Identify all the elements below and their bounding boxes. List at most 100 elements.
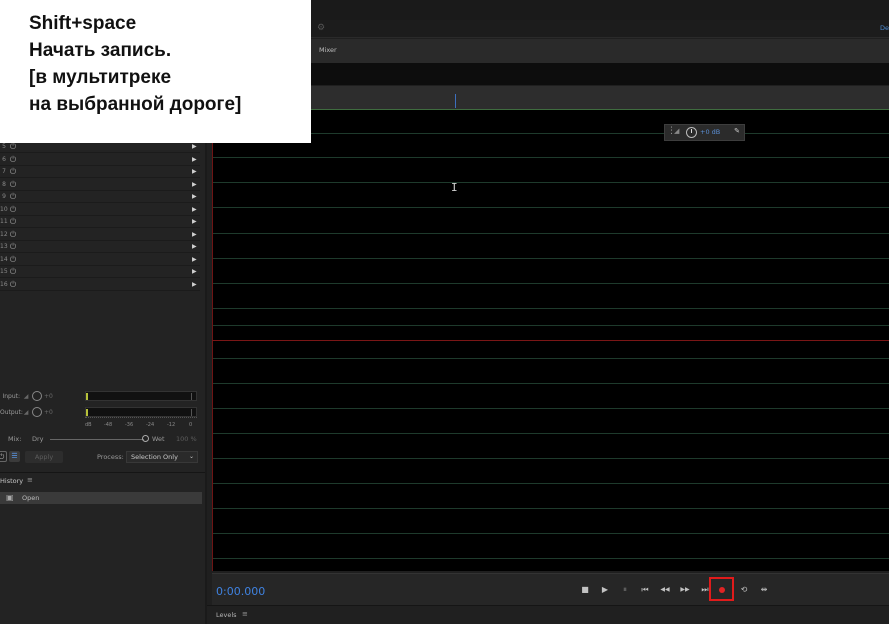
power-icon[interactable]: ⏻ [6, 267, 20, 277]
slot-arrow-icon[interactable]: ▶ [192, 268, 200, 275]
meter-scale-label: -24 [146, 422, 155, 428]
effect-slot[interactable]: 6 ⏻ ▶ [0, 154, 200, 166]
slot-arrow-icon[interactable]: ▶ [192, 218, 200, 225]
power-icon[interactable]: ⏻ [6, 192, 20, 202]
power-icon[interactable]: ⏻ [6, 142, 20, 152]
workspace-label[interactable]: De [880, 24, 889, 32]
power-icon[interactable]: ⏻ [6, 180, 20, 190]
effect-slot[interactable]: 16 ⏻ ▶ [0, 279, 200, 291]
open-file-icon: ▣ [6, 493, 14, 502]
slot-arrow-icon[interactable]: ▶ [192, 156, 200, 163]
mix-row: Mix: Dry Wet 100 % [0, 433, 200, 445]
caption-line: на выбранной дороге] [29, 94, 242, 115]
volume-value: +0 dB [700, 128, 721, 136]
power-icon[interactable]: ⏻ [6, 280, 20, 290]
levels-panel-header: Levels ≡ [207, 605, 889, 624]
mix-slider-thumb[interactable] [142, 435, 149, 442]
output-gain-value: +0 [44, 408, 53, 416]
slot-arrow-icon[interactable]: ▶ [192, 181, 200, 188]
loop-icon[interactable]: ⟲ [736, 583, 752, 597]
caption-line: Shift+space [29, 13, 137, 34]
process-select[interactable]: Selection Only ⌄ [126, 451, 198, 463]
play-icon[interactable]: ▶ [597, 583, 613, 597]
history-panel-header: History ≡ [0, 472, 205, 488]
playhead-marker[interactable] [455, 94, 456, 108]
slot-arrow-icon[interactable]: ▶ [192, 231, 200, 238]
volume-knob[interactable] [686, 127, 697, 138]
list-icon[interactable]: ☰ [9, 451, 20, 462]
mix-label: Mix: [8, 435, 22, 443]
text-cursor-icon: I [451, 181, 458, 194]
input-gain-value: +0 [44, 392, 53, 400]
history-title: History [0, 477, 24, 485]
effect-slot[interactable]: 9 ⏻ ▶ [0, 191, 200, 203]
meter-icon: ◢ [23, 392, 29, 400]
output-gain-knob[interactable] [32, 407, 42, 417]
levels-title: Levels [216, 611, 237, 619]
power-icon[interactable]: ⏻ [6, 255, 20, 265]
power-icon[interactable]: ⏻ [6, 167, 20, 177]
time-display: 0:00.000 [216, 585, 266, 598]
effect-slot[interactable]: 10 ⏻ ▶ [0, 204, 200, 216]
effect-slot[interactable]: 13 ⏻ ▶ [0, 241, 200, 253]
history-item[interactable]: ▣ Open [0, 492, 202, 504]
skip-back-icon[interactable]: ⏮ [637, 583, 653, 597]
power-icon[interactable]: ⏻ [6, 242, 20, 252]
power-toggle-icon[interactable]: ⏻ [0, 451, 7, 462]
gear-icon[interactable]: ⚙ [317, 23, 325, 33]
fast-forward-icon[interactable]: ▶▶ [677, 583, 693, 597]
meter-icon: ◢ [674, 127, 680, 135]
timeline-ruler[interactable] [212, 86, 889, 110]
slot-arrow-icon[interactable]: ▶ [192, 281, 200, 288]
history-item-label: Open [22, 494, 40, 502]
skip-selection-icon[interactable]: ⇹ [756, 583, 772, 597]
track-area[interactable] [212, 110, 889, 571]
caption-line: [в мультитреке [29, 67, 172, 88]
meter-scale-label: dB [85, 422, 92, 428]
effect-slot[interactable]: 12 ⏻ ▶ [0, 229, 200, 241]
record-button[interactable] [709, 577, 734, 601]
effect-slot[interactable]: 8 ⏻ ▶ [0, 179, 200, 191]
meter-icon: ◢ [23, 408, 29, 416]
stop-icon[interactable]: ■ [577, 583, 593, 597]
input-gain-knob[interactable] [32, 391, 42, 401]
caption-line: Начать запись. [29, 40, 172, 61]
slot-arrow-icon[interactable]: ▶ [192, 168, 200, 175]
meter-scale-label: -36 [125, 422, 134, 428]
input-label: Input: [2, 392, 20, 400]
slot-arrow-icon[interactable]: ▶ [192, 256, 200, 263]
panel-menu-icon[interactable]: ≡ [242, 610, 248, 618]
shortcut-caption-overlay: Shift+space Начать запись. [в мультитрек… [0, 0, 311, 143]
center-line [212, 340, 889, 341]
rewind-icon[interactable]: ◀◀ [657, 583, 673, 597]
slot-arrow-icon[interactable]: ▶ [192, 193, 200, 200]
pause-icon[interactable]: ⏸ [617, 583, 633, 597]
process-row: ⏻ ☰ Apply Process: Selection Only ⌄ [0, 450, 200, 464]
effect-slot[interactable]: 15 ⏻ ▶ [0, 266, 200, 278]
effect-slot[interactable]: 11 ⏻ ▶ [0, 216, 200, 228]
output-label: Output: [0, 408, 23, 416]
transport-bar: 0:00.000 ■ ▶ ⏸ ⏮ ◀◀ ▶▶ ⏭ ⟲ ⇹ [212, 573, 889, 605]
slot-arrow-icon[interactable]: ▶ [192, 243, 200, 250]
panel-menu-icon[interactable]: ≡ [27, 476, 33, 484]
mix-slider[interactable] [50, 439, 144, 440]
meter-scale-label: -48 [104, 422, 113, 428]
meter-scale-label: -12 [167, 422, 176, 428]
power-icon[interactable]: ⏻ [6, 155, 20, 165]
tab-mixer[interactable]: Mixer [319, 46, 337, 54]
pin-icon[interactable]: ✎ [734, 127, 740, 135]
effect-slot[interactable]: 14 ⏻ ▶ [0, 254, 200, 266]
chevron-down-icon: ⌄ [188, 453, 194, 460]
slot-arrow-icon[interactable]: ▶ [192, 206, 200, 213]
power-icon[interactable]: ⏻ [6, 217, 20, 227]
effect-slot[interactable]: 7 ⏻ ▶ [0, 166, 200, 178]
meter-scale-label: 0 [189, 422, 193, 428]
power-icon[interactable]: ⏻ [6, 230, 20, 240]
apply-button[interactable]: Apply [25, 451, 63, 463]
record-icon [719, 587, 725, 593]
input-level-meter [85, 391, 197, 401]
slot-arrow-icon[interactable]: ▶ [192, 143, 200, 150]
volume-hud[interactable]: ⋮ ◢ +0 dB ✎ [664, 124, 745, 141]
dry-label: Dry [32, 435, 44, 443]
power-icon[interactable]: ⏻ [6, 205, 20, 215]
